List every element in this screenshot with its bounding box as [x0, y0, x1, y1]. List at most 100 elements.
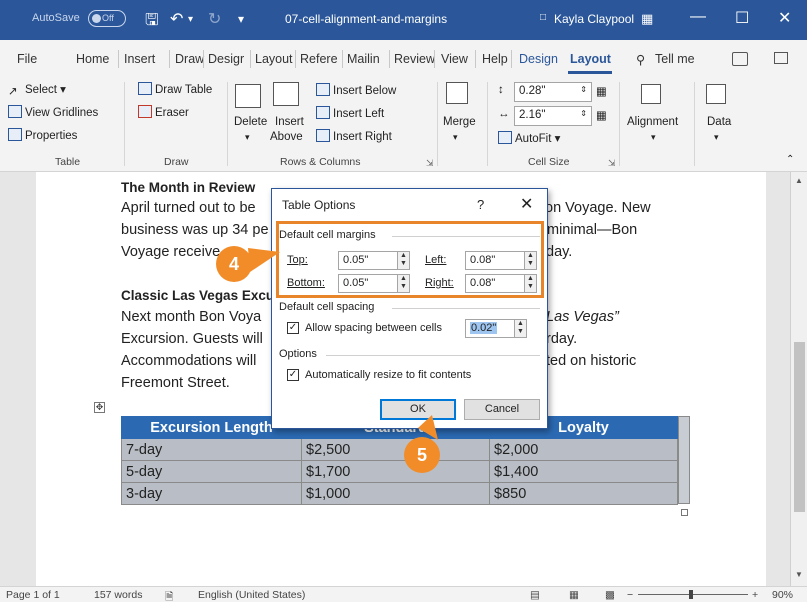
tab-file[interactable]: File: [16, 52, 38, 66]
ribbon-display-options-icon[interactable]: ▦: [641, 11, 653, 27]
cell-size-launcher-icon[interactable]: ⇲: [608, 158, 616, 169]
help-icon[interactable]: ?: [477, 197, 484, 212]
tab-table-layout[interactable]: Layout: [569, 52, 612, 66]
word-count[interactable]: 157 words: [94, 589, 142, 601]
tab-layout[interactable]: Layout: [254, 52, 294, 66]
height-icon: ↕: [498, 84, 504, 96]
maximize-icon[interactable]: ☐: [735, 8, 749, 28]
table-cell[interactable]: $1,400: [489, 460, 678, 483]
tab-view[interactable]: View: [440, 52, 469, 66]
redo-icon[interactable]: ↻: [208, 9, 221, 29]
data-dropdown-icon[interactable]: ▾: [714, 132, 719, 143]
document-title: 07-cell-alignment-and-margins: [285, 12, 448, 26]
cell-spacing-spinner-icon[interactable]: ▲ ▼: [514, 320, 526, 337]
zoom-slider[interactable]: [638, 594, 748, 595]
scroll-down-icon[interactable]: ▼: [795, 570, 803, 579]
autofit-button[interactable]: AutoFit ▾: [498, 131, 560, 145]
delete-button[interactable]: Delete: [234, 116, 267, 128]
tell-me-input[interactable]: Tell me: [654, 52, 696, 66]
table-group-label: Table: [55, 156, 81, 168]
tab-review[interactable]: Review: [393, 52, 436, 66]
tab-draw[interactable]: Draw: [174, 52, 205, 66]
table-cell[interactable]: $1,700: [301, 460, 490, 483]
insert-below-button[interactable]: Insert Below: [316, 83, 396, 97]
web-layout-icon[interactable]: ▩: [605, 589, 615, 601]
dialog-close-icon[interactable]: ✕: [520, 194, 533, 214]
cell-width-input[interactable]: 2.16" ⇕: [514, 106, 592, 126]
properties-button[interactable]: Properties: [8, 128, 77, 142]
table-selection-column: [678, 416, 690, 504]
data-button[interactable]: Data: [707, 116, 731, 128]
ribbon-tabs: File Home Insert Draw Desigr Layout Refe…: [0, 40, 807, 76]
cell-height-input[interactable]: 0.28" ⇕: [514, 82, 592, 102]
tab-insert[interactable]: Insert: [123, 52, 156, 66]
table-resize-handle[interactable]: [681, 509, 688, 516]
zoom-in-icon[interactable]: +: [752, 589, 758, 601]
table-cell[interactable]: $2,500: [301, 438, 490, 461]
comments-icon[interactable]: [774, 52, 788, 64]
page-count[interactable]: Page 1 of 1: [6, 589, 60, 601]
eraser-button[interactable]: Eraser: [138, 105, 189, 119]
distribute-columns-icon[interactable]: ▦: [596, 108, 607, 122]
cell-spacing-input[interactable]: 0.02" ▲ ▼: [465, 319, 527, 338]
proofing-icon[interactable]: 🗎: [165, 589, 173, 602]
distribute-rows-icon[interactable]: ▦: [596, 84, 607, 98]
table-cell[interactable]: 5-day: [121, 460, 302, 483]
table-cell[interactable]: $850: [489, 482, 678, 505]
share-icon[interactable]: [732, 52, 748, 66]
merge-button[interactable]: Merge: [443, 116, 476, 128]
cancel-button[interactable]: Cancel: [464, 399, 540, 420]
allow-spacing-checkbox[interactable]: ✓: [287, 322, 299, 334]
paragraph-line: day.: [546, 244, 573, 260]
merge-dropdown-icon[interactable]: ▾: [453, 132, 458, 143]
close-window-icon[interactable]: ✕: [778, 8, 791, 28]
tab-references[interactable]: Refere: [299, 52, 339, 66]
zoom-out-icon[interactable]: −: [627, 589, 633, 601]
table-move-handle-icon[interactable]: ✥: [94, 402, 105, 413]
language-indicator[interactable]: English (United States): [198, 589, 305, 601]
undo-dropdown-icon[interactable]: ▾: [188, 14, 193, 25]
user-name[interactable]: Kayla Claypool: [554, 12, 634, 26]
select-button[interactable]: ↗ Select ▾: [8, 82, 66, 98]
table-cell[interactable]: $1,000: [301, 482, 490, 505]
auto-resize-label[interactable]: Automatically resize to fit contents: [305, 369, 471, 381]
view-gridlines-button[interactable]: View Gridlines: [8, 105, 98, 119]
heading-las-vegas: Classic Las Vegas Excu: [121, 288, 275, 303]
allow-spacing-label[interactable]: Allow spacing between cells: [305, 322, 442, 334]
save-icon[interactable]: 🖫: [145, 9, 159, 36]
tab-design[interactable]: Desigr: [207, 52, 245, 66]
user-icon: □: [540, 12, 547, 23]
pricing-table[interactable]: Excursion Length Standard Loyalty 7-day …: [121, 416, 678, 505]
ok-button[interactable]: OK: [380, 399, 456, 420]
tab-home[interactable]: Home: [75, 52, 110, 66]
table-cell[interactable]: $2,000: [489, 438, 678, 461]
vertical-scrollbar[interactable]: ▲ ▼: [790, 172, 807, 586]
search-icon[interactable]: ⚲: [635, 52, 646, 67]
collapse-ribbon-icon[interactable]: ⌃: [786, 154, 794, 165]
insert-left-button[interactable]: Insert Left: [316, 106, 384, 120]
table-cell[interactable]: 7-day: [121, 438, 302, 461]
autosave-toggle[interactable]: Off: [88, 10, 126, 27]
rows-columns-launcher-icon[interactable]: ⇲: [426, 158, 434, 169]
read-mode-icon[interactable]: ▤: [530, 589, 540, 601]
insert-above-label-1[interactable]: Insert: [275, 116, 304, 128]
zoom-level[interactable]: 90%: [772, 589, 793, 601]
undo-icon[interactable]: ↶: [170, 9, 183, 29]
tab-help[interactable]: Help: [481, 52, 509, 66]
tab-mailings[interactable]: Mailin: [346, 52, 381, 66]
table-cell[interactable]: 3-day: [121, 482, 302, 505]
zoom-slider-thumb[interactable]: [689, 590, 693, 599]
scroll-up-icon[interactable]: ▲: [795, 176, 803, 185]
draw-table-button[interactable]: Draw Table: [138, 82, 212, 96]
minimize-icon[interactable]: —: [690, 8, 706, 26]
scroll-thumb[interactable]: [794, 342, 805, 512]
alignment-dropdown-icon[interactable]: ▾: [651, 132, 656, 143]
insert-right-button[interactable]: Insert Right: [316, 129, 392, 143]
tab-table-design[interactable]: Design: [518, 52, 559, 66]
print-layout-icon[interactable]: ▦: [569, 589, 579, 601]
alignment-button[interactable]: Alignment: [627, 116, 678, 128]
delete-dropdown-icon[interactable]: ▾: [245, 132, 250, 143]
customize-qat-icon[interactable]: ▾: [238, 12, 244, 26]
insert-above-label-2[interactable]: Above: [270, 131, 303, 143]
auto-resize-checkbox[interactable]: ✓: [287, 369, 299, 381]
